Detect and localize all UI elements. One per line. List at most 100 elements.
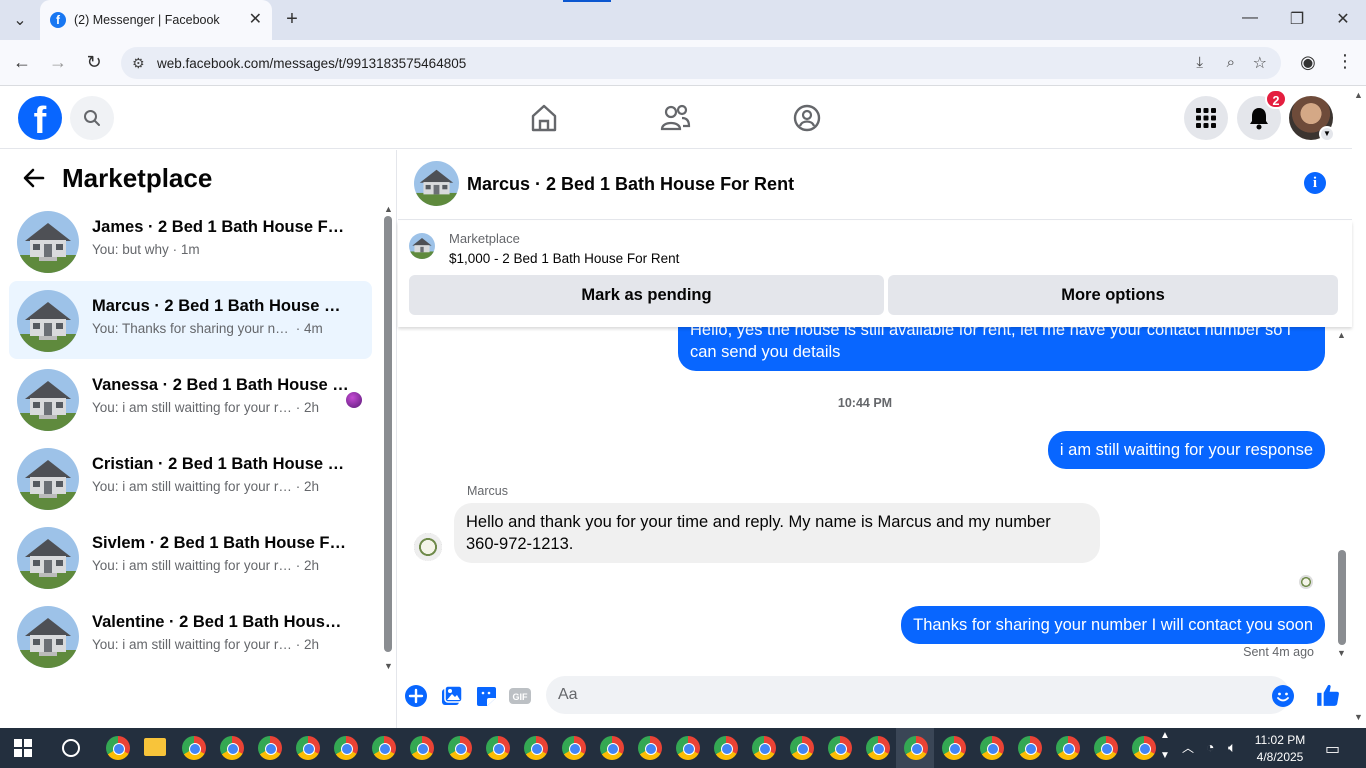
outgoing-message[interactable]: Hello, yes the house is still available … (678, 327, 1325, 371)
chrome-app-icon[interactable] (106, 736, 130, 760)
chrome-window-icon[interactable] (220, 736, 244, 760)
marketplace-listing-card: Marketplace $1,000 - 2 Bed 1 Bath House … (398, 221, 1352, 327)
conversation-item[interactable]: Sivlem · 2 Bed 1 Bath House For Rent You:… (9, 518, 372, 596)
forward-arrow-icon[interactable]: → (48, 52, 68, 73)
conversation-item[interactable]: Cristian · 2 Bed 1 Bath House For Rent Yo… (9, 439, 372, 517)
conversation-thumbnail (17, 211, 79, 273)
gif-icon[interactable]: GIF (508, 684, 532, 708)
site-settings-icon[interactable]: ⚙ (132, 55, 145, 72)
notification-center-icon[interactable]: ▭ (1325, 739, 1340, 759)
url-text[interactable]: web.facebook.com/messages/t/991318357546… (157, 56, 466, 71)
chrome-window-icon[interactable] (410, 736, 434, 760)
list-scroll-down-arrow[interactable]: ▼ (384, 661, 393, 671)
volume-icon[interactable]: 🔈︎ (1228, 739, 1236, 756)
chrome-window-icon[interactable] (1132, 736, 1156, 760)
list-scrollbar-thumb[interactable] (384, 216, 392, 652)
chrome-window-icon[interactable] (1018, 736, 1042, 760)
chrome-window-icon[interactable] (562, 736, 586, 760)
search-circle-icon[interactable] (62, 739, 80, 757)
outgoing-message[interactable]: Thanks for sharing your number I will co… (901, 606, 1325, 644)
listing-thumbnail[interactable] (409, 233, 435, 259)
thread-scroll-up-arrow[interactable]: ▲ (1337, 330, 1346, 340)
reload-icon[interactable]: ↻ (84, 52, 104, 73)
conversation-item[interactable]: Valentine · 2 Bed 1 Bath House For Rent Y… (9, 597, 372, 675)
new-tab-plus-icon[interactable]: + (283, 8, 301, 31)
page-scroll-down-arrow[interactable]: ▼ (1354, 712, 1363, 722)
chrome-window-icon[interactable] (258, 736, 282, 760)
thread-scroll-down-arrow[interactable]: ▼ (1337, 648, 1346, 658)
profile-icon[interactable]: ◉ (1297, 52, 1319, 73)
file-explorer-icon[interactable] (144, 738, 166, 756)
windows-start-icon[interactable] (14, 739, 32, 757)
chrome-window-icon[interactable] (486, 736, 510, 760)
chrome-window-icon[interactable] (524, 736, 548, 760)
chrome-window-icon[interactable] (980, 736, 1004, 760)
chrome-window-icon[interactable] (448, 736, 472, 760)
sender-avatar[interactable] (414, 533, 442, 561)
network-icon[interactable]: ◔ (1206, 739, 1214, 755)
chrome-window-icon[interactable] (372, 736, 396, 760)
chrome-window-icon[interactable] (334, 736, 358, 760)
chrome-window-icon[interactable] (182, 736, 206, 760)
chrome-window-icon[interactable] (676, 736, 700, 760)
omnibox[interactable]: ⚙ web.facebook.com/messages/t/9913183575… (121, 47, 1281, 79)
clock-time[interactable]: 11:02 PM (1250, 733, 1310, 747)
back-arrow-icon[interactable]: ← (12, 52, 32, 73)
chat-thumbnail[interactable] (414, 161, 459, 206)
facebook-logo-icon[interactable]: f (18, 96, 62, 142)
menu-kebab-icon[interactable]: ⋮ (1336, 51, 1354, 72)
browser-tab-messenger[interactable]: f (2) Messenger | Facebook ✕ (40, 0, 272, 40)
incoming-message[interactable]: Hello and thank you for your time and re… (454, 503, 1100, 563)
chat-title[interactable]: Marcus · 2 Bed 1 Bath House For Rent (467, 174, 794, 195)
chrome-window-icon[interactable] (828, 736, 852, 760)
thumbs-up-icon[interactable] (1315, 682, 1341, 708)
chrome-window-icon[interactable] (942, 736, 966, 760)
restore-window-icon[interactable]: ❐ (1287, 9, 1307, 29)
more-options-button[interactable]: More options (888, 275, 1338, 315)
conversation-item[interactable]: Vanessa · 2 Bed 1 Bath House For Rent You… (9, 360, 372, 438)
plus-circle-icon[interactable] (404, 684, 428, 708)
close-window-icon[interactable]: ✕ (1333, 9, 1353, 29)
back-arrow-icon[interactable] (22, 166, 46, 197)
info-icon[interactable]: i (1304, 172, 1326, 194)
tray-scroll-up-icon[interactable]: ▲ (1160, 730, 1170, 741)
home-icon[interactable] (527, 101, 561, 135)
install-app-icon[interactable]: ⤓ (1196, 54, 1203, 71)
groups-icon[interactable] (790, 101, 824, 135)
list-scroll-up-arrow[interactable]: ▲ (384, 204, 393, 214)
chrome-window-icon[interactable] (866, 736, 890, 760)
chrome-window-icon[interactable] (714, 736, 738, 760)
listing-price-title[interactable]: $1,000 - 2 Bed 1 Bath House For Rent (449, 251, 679, 266)
clock-date[interactable]: 4/8/2025 (1250, 750, 1310, 764)
photo-icon[interactable] (440, 684, 464, 708)
chrome-window-icon[interactable] (296, 736, 320, 760)
search-button[interactable] (70, 96, 114, 140)
chrome-window-icon[interactable] (1094, 736, 1118, 760)
mark-as-pending-button[interactable]: Mark as pending (409, 275, 884, 315)
minimize-icon[interactable]: — (1240, 9, 1260, 27)
close-tab-icon[interactable]: ✕ (249, 9, 262, 29)
tab-search-chevron-icon[interactable]: ⌄ (10, 10, 30, 30)
zoom-icon[interactable]: ⌕ (1227, 54, 1235, 71)
menu-button[interactable] (1184, 96, 1228, 140)
outgoing-message[interactable]: i am still waitting for your response (1047, 431, 1325, 469)
show-hidden-icons-chevron-icon[interactable]: ︿ (1182, 739, 1194, 756)
chrome-window-icon[interactable] (1056, 736, 1080, 760)
conversation-item[interactable]: Marcus · 2 Bed 1 Bath House For Rent You:… (9, 281, 372, 359)
bookmark-star-icon[interactable]: ☆ (1253, 53, 1267, 73)
chrome-window-icon[interactable] (638, 736, 662, 760)
friends-icon[interactable] (658, 101, 692, 135)
thread-scrollbar-thumb[interactable] (1338, 550, 1346, 645)
chrome-window-icon[interactable] (752, 736, 776, 760)
page-scroll-up-arrow[interactable]: ▲ (1354, 90, 1363, 100)
chevron-down-icon[interactable]: ▼ (1319, 126, 1335, 142)
conversation-item[interactable]: James · 2 Bed 1 Bath House For Rent You: … (9, 202, 372, 280)
chrome-window-icon[interactable] (790, 736, 814, 760)
tray-scroll-down-icon[interactable]: ▼ (1160, 750, 1170, 761)
sticker-icon[interactable] (474, 684, 498, 708)
emoji-icon[interactable] (1271, 684, 1295, 708)
chrome-window-icon[interactable] (904, 736, 928, 760)
notification-badge: 2 (1265, 89, 1287, 109)
message-input[interactable] (546, 676, 1290, 714)
chrome-window-icon[interactable] (600, 736, 624, 760)
